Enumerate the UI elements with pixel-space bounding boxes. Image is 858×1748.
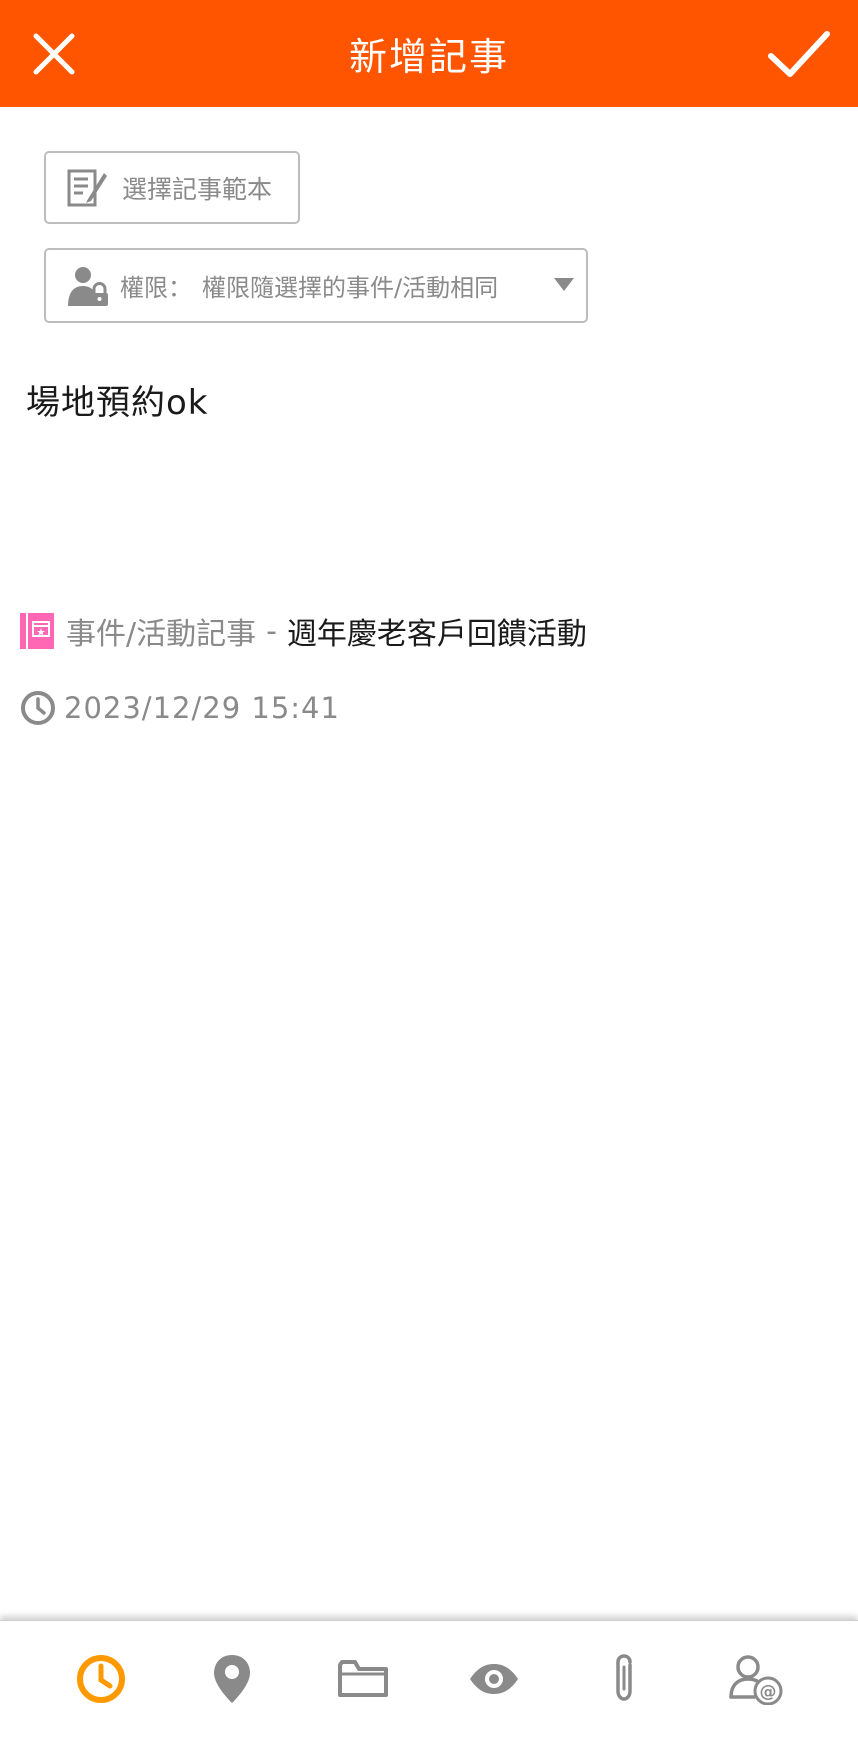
- note-content-input[interactable]: 場地預約ok: [26, 375, 826, 555]
- clock-icon: [77, 1655, 125, 1703]
- close-button[interactable]: [14, 14, 94, 94]
- toolbar-folder-button[interactable]: [323, 1639, 403, 1719]
- confirm-button[interactable]: [754, 14, 844, 94]
- user-lock-icon: [68, 266, 108, 306]
- mention-user-icon: @: [729, 1655, 783, 1705]
- bottom-toolbar: @: [0, 1620, 858, 1748]
- linked-event-row: 事件/活動記事 - 週年慶老客戶回饋活動: [20, 610, 587, 652]
- paperclip-icon: [616, 1654, 632, 1701]
- new-note-screen: 新增記事 選擇記事範本 權限： 權限隨選擇的事件/活動相同 場地預約ok 事件/…: [0, 0, 858, 1748]
- toolbar-time-button[interactable]: [61, 1639, 141, 1719]
- chevron-down-icon: [554, 278, 574, 291]
- toolbar-attachment-button[interactable]: [585, 1639, 665, 1719]
- select-template-label: 選擇記事範本: [122, 174, 273, 204]
- toolbar-mention-button[interactable]: @: [716, 1639, 796, 1719]
- timestamp-row: 2023/12/29 15:41: [20, 688, 340, 728]
- svg-text:@: @: [760, 1682, 777, 1702]
- close-icon: [33, 33, 75, 75]
- permission-value: 權限隨選擇的事件/活動相同: [202, 274, 499, 302]
- location-pin-icon: [214, 1655, 250, 1703]
- page-title: 新增記事: [348, 35, 509, 79]
- app-header: 新增記事: [0, 0, 858, 107]
- event-name-link[interactable]: 週年慶老客戶回饋活動: [287, 609, 587, 653]
- folder-icon: [338, 1660, 388, 1697]
- timestamp-text[interactable]: 2023/12/29 15:41: [64, 691, 340, 725]
- note-edit-icon: [67, 169, 107, 206]
- eye-icon: [470, 1664, 518, 1694]
- toolbar-location-button[interactable]: [192, 1639, 272, 1719]
- event-separator: -: [266, 613, 277, 649]
- event-category: 事件/活動記事: [66, 617, 257, 652]
- permission-label: 權限：: [120, 274, 192, 302]
- event-notebook-icon: [20, 613, 54, 649]
- checkmark-icon: [768, 31, 830, 77]
- select-template-button[interactable]: 選擇記事範本: [44, 151, 300, 224]
- clock-icon: [21, 691, 55, 725]
- toolbar-visibility-button[interactable]: [454, 1639, 534, 1719]
- permission-dropdown[interactable]: 權限： 權限隨選擇的事件/活動相同: [44, 248, 588, 323]
